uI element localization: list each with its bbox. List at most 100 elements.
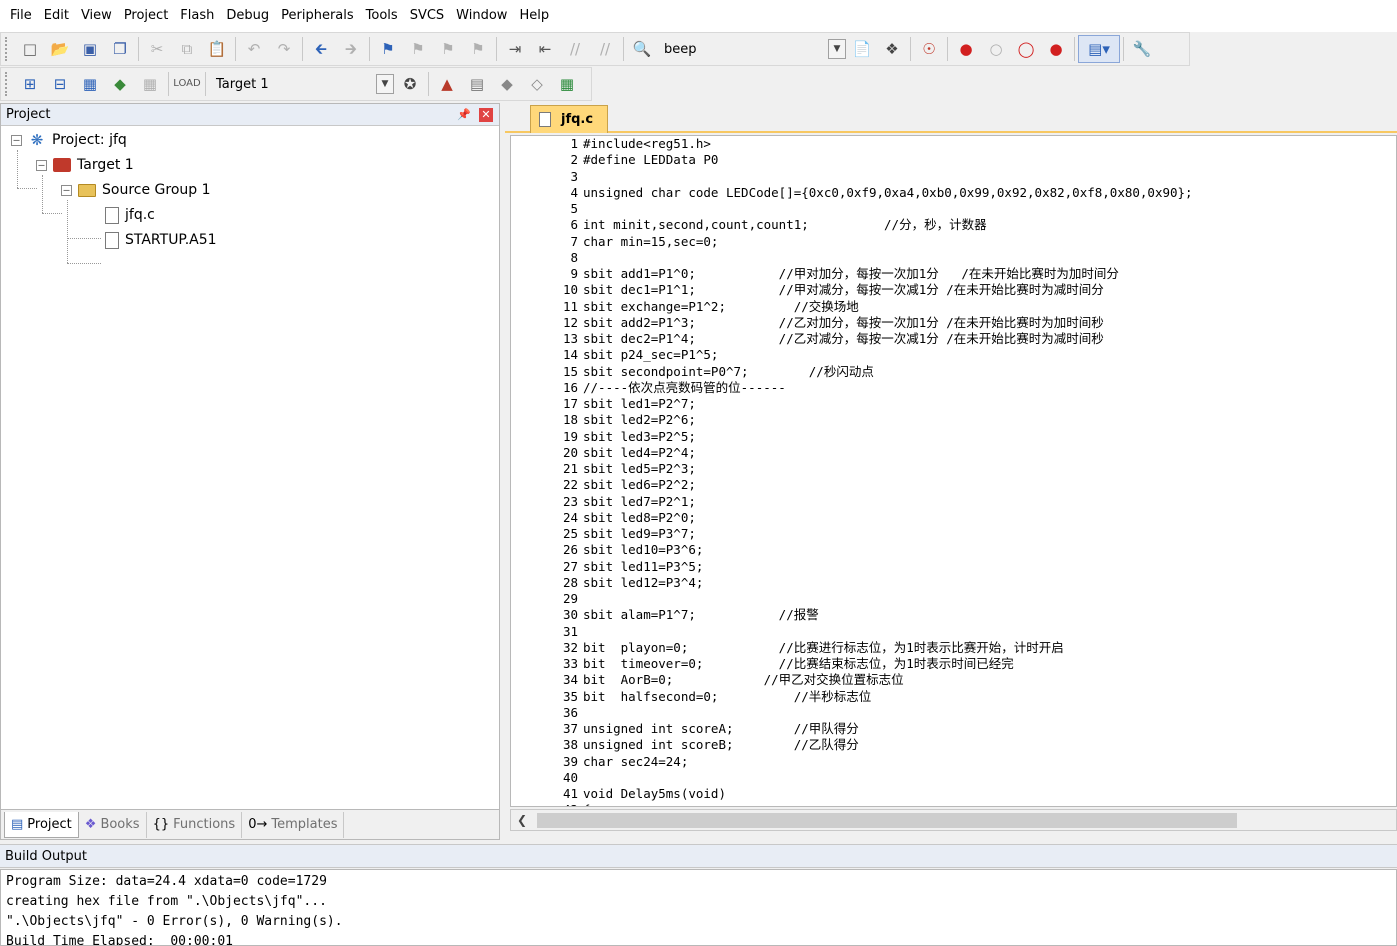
toolbar-separator	[168, 72, 169, 96]
download-icon[interactable]: LOAD	[172, 70, 202, 98]
menu-view[interactable]: View	[75, 0, 118, 32]
cut-icon[interactable]: ✂	[142, 35, 172, 63]
scrollbar-thumb[interactable]	[537, 813, 1237, 828]
new-file-icon[interactable]: □	[15, 35, 45, 63]
translate-icon[interactable]: ⊞	[15, 70, 45, 98]
build-icon[interactable]: ⊟	[45, 70, 75, 98]
next-bookmark-icon[interactable]: ⚑	[433, 35, 463, 63]
tree-item-project[interactable]: – ❋ Project: jfq	[11, 128, 127, 152]
disable-breakpoints-icon[interactable]: ◯	[1011, 35, 1041, 63]
manage-project-items-icon[interactable]: ▲	[432, 70, 462, 98]
editor-tab-jfq-c[interactable]: jfq.c	[530, 105, 608, 133]
target-combo-value[interactable]: Target 1	[210, 77, 376, 92]
copy-icon[interactable]: ⧉	[172, 35, 202, 63]
rebuild-icon[interactable]: ▦	[75, 70, 105, 98]
uncomment-icon[interactable]: //	[590, 35, 620, 63]
manage-rte-icon[interactable]: ◆	[492, 70, 522, 98]
line-number: 20	[562, 444, 578, 460]
unindent-icon[interactable]: ⇤	[530, 35, 560, 63]
code-line: 34 bit AorB=0; //甲乙对交换位置标志位	[511, 672, 1396, 688]
batch-build-icon[interactable]: ◆	[105, 70, 135, 98]
line-number: 24	[562, 509, 578, 525]
start-debug-icon[interactable]: ☉	[914, 35, 944, 63]
tree-item-source-group[interactable]: – Source Group 1	[61, 178, 211, 202]
window-layout-icon[interactable]: ▤▾	[1078, 35, 1120, 63]
debug-session-icon[interactable]: ❖	[877, 35, 907, 63]
menu-help[interactable]: Help	[513, 0, 555, 32]
target-options-icon[interactable]: ✪	[395, 70, 425, 98]
insert-bookmark-icon[interactable]: ⚑	[373, 35, 403, 63]
code-text: sbit led1=P2^7;	[583, 396, 696, 411]
pin-icon[interactable]: 📌	[455, 108, 473, 121]
tree-line	[67, 238, 101, 239]
toolbar-grip[interactable]	[5, 72, 11, 96]
menu-window[interactable]: Window	[450, 0, 513, 32]
redo-icon[interactable]: ↷	[269, 35, 299, 63]
tab-templates[interactable]: 0→ Templates	[242, 811, 345, 838]
toolbar-grip[interactable]	[5, 37, 11, 61]
find-combo[interactable]: beep ▼	[657, 37, 847, 61]
software-packs-icon[interactable]: ▦	[552, 70, 582, 98]
code-text: sbit exchange=P1^2; //交换场地	[583, 298, 859, 314]
collapse-icon[interactable]: –	[36, 159, 47, 171]
close-icon[interactable]: ✕	[479, 107, 493, 122]
tree-item-target[interactable]: – Target 1	[36, 153, 134, 177]
comment-icon[interactable]: //	[560, 35, 590, 63]
previous-bookmark-icon[interactable]: ⚑	[403, 35, 433, 63]
target-combo[interactable]: Target 1 ▼	[209, 72, 395, 96]
indent-icon[interactable]: ⇥	[500, 35, 530, 63]
stop-build-icon[interactable]: ▦	[135, 70, 165, 98]
menu-peripherals[interactable]: Peripherals	[275, 0, 360, 32]
menu-file[interactable]: File	[4, 0, 38, 32]
scroll-left-icon[interactable]: ❮	[511, 813, 533, 827]
menu-project[interactable]: Project	[118, 0, 174, 32]
undo-icon[interactable]: ↶	[239, 35, 269, 63]
paste-icon[interactable]: 📋	[202, 35, 232, 63]
build-output[interactable]: Program Size: data=24.4 xdata=0 code=172…	[0, 869, 1397, 946]
menu-tools[interactable]: Tools	[360, 0, 404, 32]
collapse-icon[interactable]: –	[11, 134, 22, 146]
tree-line	[17, 188, 37, 189]
select-packs-icon[interactable]: ▤	[462, 70, 492, 98]
code-editor[interactable]: 1 #include<reg51.h> 2 #define LEDData P0 3 4 u…	[510, 135, 1397, 807]
toolbar-separator	[1074, 37, 1075, 61]
clear-bookmarks-icon[interactable]: ⚑	[463, 35, 493, 63]
enable-breakpoint-icon[interactable]: ○	[981, 35, 1011, 63]
navigate-back-icon[interactable]: 🡰	[306, 35, 336, 63]
line-number: 37	[562, 721, 578, 736]
pack-installer-icon[interactable]: ◇	[522, 70, 552, 98]
menu-svcs[interactable]: SVCS	[404, 0, 450, 32]
code-text: unsigned int scoreA; //甲队得分	[583, 721, 859, 736]
find-combo-value[interactable]: beep	[658, 42, 828, 57]
tree-item-file[interactable]: jfq.c	[105, 203, 155, 227]
code-line: 27 sbit led11=P3^5;	[511, 559, 1396, 575]
code-text: sbit led7=P2^1;	[583, 493, 696, 509]
line-number: 26	[562, 542, 578, 558]
kill-breakpoints-icon[interactable]: ●	[1041, 35, 1071, 63]
line-number: 17	[562, 396, 578, 411]
incremental-find-icon[interactable]: 📄	[847, 35, 877, 63]
menu-edit[interactable]: Edit	[38, 0, 75, 32]
save-all-icon[interactable]: ❐	[105, 35, 135, 63]
find-in-files-icon[interactable]: 🔍	[627, 35, 657, 63]
tree-line	[67, 200, 68, 263]
configure-icon[interactable]: 🔧	[1127, 35, 1157, 63]
tab-label: Templates	[271, 817, 338, 832]
tab-books[interactable]: ❖ Books	[79, 811, 147, 838]
navigate-forward-icon[interactable]: 🡲	[336, 35, 366, 63]
templates-icon: 0→	[248, 817, 268, 832]
menu-flash[interactable]: Flash	[174, 0, 220, 32]
collapse-icon[interactable]: –	[61, 184, 72, 196]
chevron-down-icon[interactable]: ▼	[376, 74, 394, 94]
open-file-icon[interactable]: 📂	[45, 35, 75, 63]
tab-project[interactable]: ▤ Project	[4, 811, 79, 838]
tree-item-file[interactable]: STARTUP.A51	[105, 228, 217, 252]
horizontal-scrollbar[interactable]: ❮	[510, 809, 1397, 831]
save-icon[interactable]: ▣	[75, 35, 105, 63]
chevron-down-icon[interactable]: ▼	[828, 39, 846, 59]
insert-breakpoint-icon[interactable]: ●	[951, 35, 981, 63]
line-number: 14	[562, 347, 578, 363]
code-text: bit halfsecond=0; //半秒标志位	[583, 688, 872, 704]
tab-functions[interactable]: {} Functions	[147, 811, 243, 838]
menu-debug[interactable]: Debug	[220, 0, 275, 32]
